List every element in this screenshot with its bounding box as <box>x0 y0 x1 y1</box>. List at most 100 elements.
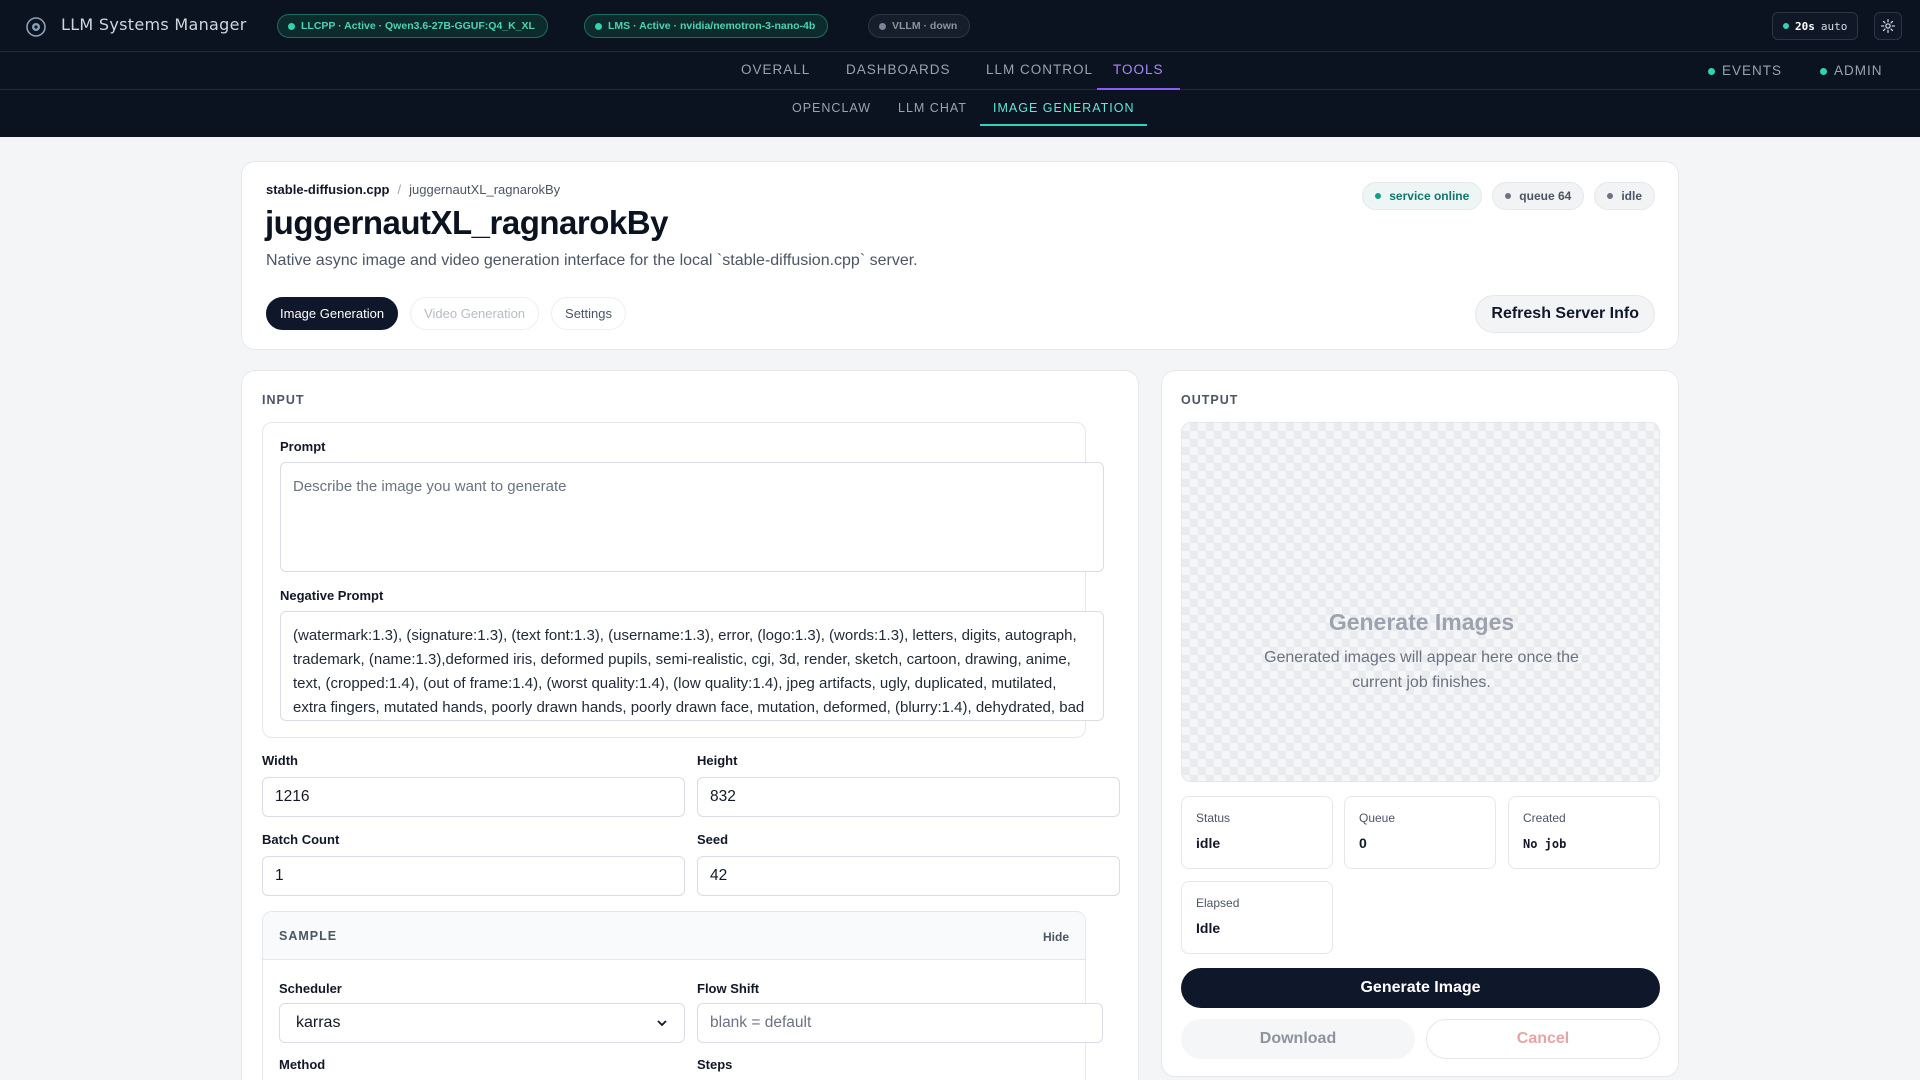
method-label: Method <box>279 1057 326 1072</box>
nav-events-label: EVENTS <box>1722 63 1783 78</box>
queue-badge-label: queue 64 <box>1519 189 1572 203</box>
status-stat-value: idle <box>1196 835 1221 851</box>
seed-input[interactable]: 42 <box>697 856 1120 896</box>
scheduler-value: karras <box>296 1014 341 1031</box>
breadcrumb: stable-diffusion.cpp / juggernautXL_ragn… <box>266 182 560 197</box>
cancel-button[interactable]: Cancel <box>1426 1019 1660 1059</box>
queue-stat-label: Queue <box>1359 811 1396 825</box>
negative-prompt-label: Negative Prompt <box>280 588 384 603</box>
service-pill-lms[interactable]: LMS · Active · nvidia/nemotron-3-nano-4b <box>584 14 829 38</box>
nav-admin-label: ADMIN <box>1834 63 1883 78</box>
model-header-card: stable-diffusion.cpp / juggernautXL_ragn… <box>241 161 1679 350</box>
flow-shift-input[interactable]: blank = default <box>697 1003 1103 1043</box>
refresh-mode: auto <box>1820 19 1848 33</box>
width-input[interactable]: 1216 <box>262 777 685 817</box>
scheduler-select[interactable]: karras <box>279 1003 685 1043</box>
output-section-title: OUTPUT <box>1181 393 1239 407</box>
queue-badge: queue 64 <box>1492 182 1585 210</box>
status-dot-icon <box>1820 67 1827 75</box>
breadcrumb-leaf: juggernautXL_ragnarokBy <box>409 182 561 197</box>
preview-empty-title: Generate Images <box>1328 609 1515 635</box>
tab-image-generation[interactable]: Image Generation <box>266 297 399 330</box>
sub-nav: OPENCLAW LLM CHAT IMAGE GENERATION <box>0 90 1920 137</box>
page-title: juggernautXL_ragnarokBy <box>265 204 668 241</box>
status-pills: service online queue 64 idle <box>1362 182 1655 210</box>
height-input[interactable]: 832 <box>697 777 1120 817</box>
status-stat: Status idle <box>1181 796 1333 869</box>
subnav-image-generation[interactable]: IMAGE GENERATION <box>980 90 1148 126</box>
app-title: LLM Systems Manager <box>61 15 247 34</box>
nav-admin[interactable]: ADMIN <box>1820 52 1883 90</box>
prompt-label: Prompt <box>280 439 326 454</box>
state-badge: idle <box>1594 182 1655 210</box>
queue-stat: Queue 0 <box>1344 796 1496 869</box>
created-stat-value: No job <box>1523 837 1567 851</box>
subnav-llm-chat[interactable]: LLM CHAT <box>898 90 967 126</box>
elapsed-stat-value: Idle <box>1196 920 1221 936</box>
nav-dashboards[interactable]: DASHBOARDS <box>846 52 951 90</box>
elapsed-stat-label: Elapsed <box>1196 896 1240 910</box>
service-pill-label: VLLM · down <box>892 20 958 32</box>
seed-label: Seed <box>697 832 729 847</box>
input-section-title: INPUT <box>262 393 305 407</box>
status-stat-label: Status <box>1196 811 1231 825</box>
input-panel: INPUT Prompt Describe the image you want… <box>241 370 1139 1080</box>
top-bar: LLM Systems Manager LLCPP · Active · Qwe… <box>0 0 1920 52</box>
service-pill-vllm[interactable]: VLLM · down <box>868 14 971 38</box>
nav-overall[interactable]: OVERALL <box>741 52 810 90</box>
hide-sample-button[interactable]: Hide <box>1043 930 1069 944</box>
status-dot-icon <box>288 22 295 30</box>
refresh-interval: 20s <box>1795 19 1815 33</box>
service-pill-label: LLCPP · Active · Qwen3.6-27B-GGUF:Q4_K_X… <box>301 20 535 32</box>
status-dot-icon <box>1375 193 1382 199</box>
breadcrumb-separator: / <box>397 182 402 197</box>
subnav-openclaw[interactable]: OPENCLAW <box>792 90 871 126</box>
batch-count-input[interactable]: 1 <box>262 856 685 896</box>
breadcrumb-root[interactable]: stable-diffusion.cpp <box>266 182 390 197</box>
tab-settings[interactable]: Settings <box>551 297 627 330</box>
tab-video-generation[interactable]: Video Generation <box>410 297 540 330</box>
download-button[interactable]: Download <box>1181 1019 1415 1059</box>
status-dot-icon <box>1783 23 1789 29</box>
prompt-group: Prompt Describe the image you want to ge… <box>262 422 1104 738</box>
nav-llm-control[interactable]: LLM CONTROL <box>986 52 1093 90</box>
created-stat: Created No job <box>1508 796 1660 869</box>
status-dot-icon <box>1708 67 1715 75</box>
auto-refresh-toggle[interactable]: 20s auto <box>1772 12 1859 40</box>
service-pill-llcpp[interactable]: LLCPP · Active · Qwen3.6-27B-GGUF:Q4_K_X… <box>277 14 548 38</box>
image-preview-area: Generate Images Generated images will ap… <box>1181 422 1660 782</box>
main-nav: OVERALL DASHBOARDS LLM CONTROL TOOLS EVE… <box>0 52 1920 90</box>
service-status-label: service online <box>1389 189 1470 203</box>
status-dot-icon <box>595 22 602 30</box>
status-dot-icon <box>1505 193 1512 199</box>
status-dot-icon <box>879 22 886 30</box>
batch-count-label: Batch Count <box>262 832 340 847</box>
queue-stat-value: 0 <box>1359 835 1367 851</box>
refresh-server-info-button[interactable]: Refresh Server Info <box>1475 295 1655 333</box>
prompt-textarea[interactable]: Describe the image you want to generate <box>280 462 1104 572</box>
output-panel: OUTPUT Generate Images Generated images … <box>1161 370 1679 1077</box>
width-label: Width <box>262 753 298 768</box>
nav-tools[interactable]: TOOLS <box>1097 52 1180 90</box>
status-dot-icon <box>1607 193 1614 199</box>
state-badge-label: idle <box>1621 189 1642 203</box>
orbit-logo-icon <box>26 17 46 37</box>
mode-tabs: Image Generation Video Generation Settin… <box>266 297 627 330</box>
scheduler-label: Scheduler <box>279 981 342 996</box>
nav-events[interactable]: EVENTS <box>1708 52 1782 90</box>
sample-section-header: SAMPLE Hide <box>263 912 1085 960</box>
sample-section-title: SAMPLE <box>279 929 338 943</box>
generate-image-button[interactable]: Generate Image <box>1181 968 1660 1008</box>
flow-shift-label: Flow Shift <box>697 981 760 996</box>
page-subtitle: Native async image and video generation … <box>266 252 918 269</box>
elapsed-stat: Elapsed Idle <box>1181 881 1333 954</box>
negative-prompt-textarea[interactable]: (watermark:1.3), (signature:1.3), (text … <box>280 611 1104 721</box>
preview-empty-message: Generated images will appear here once t… <box>1264 649 1579 691</box>
height-label: Height <box>697 753 738 768</box>
service-status-badge: service online <box>1362 182 1483 210</box>
chevron-down-icon <box>657 1020 667 1027</box>
sample-section: SAMPLE Hide Scheduler karras Flow Shift … <box>262 911 1103 1080</box>
service-pill-label: LMS · Active · nvidia/nemotron-3-nano-4b <box>608 20 816 32</box>
settings-button[interactable] <box>1874 12 1902 40</box>
steps-label: Steps <box>697 1057 733 1072</box>
